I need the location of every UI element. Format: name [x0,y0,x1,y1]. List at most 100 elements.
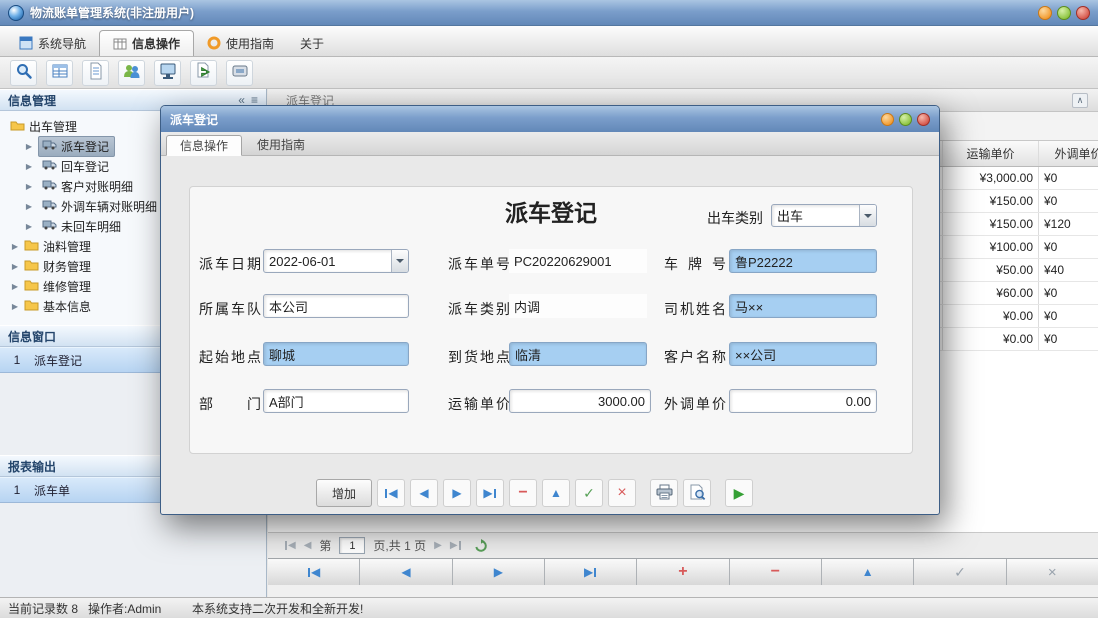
print-button[interactable] [650,479,678,507]
driver-label: 司机姓名 [664,299,726,319]
record-next-button[interactable]: ▶ [443,479,471,507]
cell-freight-price: ¥0.00 [942,328,1038,350]
fleet-field[interactable]: 本公司 [263,294,409,318]
nav-edit-button[interactable]: ▲ [822,559,913,585]
dialog-minimize-button[interactable] [881,113,894,126]
record-first-button[interactable]: ◀ [377,479,405,507]
record-navigator: ◀ ◀ ▶ ▶ + − ▲ ✓ × [268,558,1098,585]
nav-first-button[interactable]: ◀ [268,559,359,585]
pagination-bar: ◀ ◀ 第 1 页,共 1 页 ▶ ▶ [268,532,1098,558]
destination-field[interactable]: 临清 [509,342,647,366]
expand-arrow-icon[interactable]: ▶ [10,242,20,251]
last-page-button[interactable]: ▶ [450,540,462,551]
department-field[interactable]: A部门 [263,389,409,413]
first-page-button[interactable]: ◀ [284,540,296,551]
vehicle-icon [42,159,57,173]
column-header-freight-price[interactable]: 运输单价 [942,141,1038,166]
expand-arrow-icon[interactable]: ▶ [24,202,34,211]
grid-icon [113,37,127,51]
minimize-button[interactable] [1038,6,1052,20]
item-label: 派车登记 [34,352,82,369]
device-button[interactable] [226,60,253,86]
plate-no-field[interactable]: 鲁P22222 [729,249,877,273]
vehicle-icon [42,199,57,213]
nav-delete-button[interactable]: − [730,559,821,585]
prev-page-button[interactable]: ◀ [304,540,312,551]
expand-arrow-icon[interactable]: ▶ [10,302,20,311]
record-prev-button[interactable]: ◀ [410,479,438,507]
monitor-icon [159,62,177,83]
dialog-tab-info-operation[interactable]: 信息操作 [166,135,242,156]
close-button[interactable] [1076,6,1090,20]
delete-record-button[interactable]: − [509,479,537,507]
expand-arrow-icon[interactable]: ▶ [24,222,34,231]
export-icon [195,62,213,83]
dialog-maximize-button[interactable] [899,113,912,126]
maximize-button[interactable] [1057,6,1071,20]
search-button[interactable] [10,60,37,86]
item-number: 1 [0,483,34,497]
users-button[interactable] [118,60,145,86]
external-price-field[interactable]: 0.00 [729,389,877,413]
record-last-button[interactable]: ▶ [476,479,504,507]
page-number-input[interactable]: 1 [339,537,365,554]
destination-value: 临清 [510,345,646,364]
cancel-record-button[interactable]: × [608,479,636,507]
window-controls [1038,6,1090,20]
dropdown-arrow-icon[interactable] [859,205,876,226]
cell-external-price: ¥0 [1038,190,1098,212]
expand-arrow-icon[interactable]: ▶ [24,162,34,171]
tab-user-guide[interactable]: 使用指南 [194,30,287,56]
expand-arrow-icon[interactable]: ▶ [10,282,20,291]
customer-value: ××公司 [730,345,876,364]
edit-record-button[interactable]: ▲ [542,479,570,507]
freight-price-field[interactable]: 3000.00 [509,389,651,413]
nav-next-button[interactable]: ▶ [453,559,544,585]
nav-post-button[interactable]: ✓ [914,559,1005,585]
export-button[interactable] [190,60,217,86]
fleet-value: 本公司 [264,297,408,316]
post-record-button[interactable]: ✓ [575,479,603,507]
refresh-icon [474,539,488,553]
vehicle-icon [42,139,57,153]
tab-system-navigation[interactable]: 系统导航 [6,30,99,56]
nav-prev-button[interactable]: ◀ [360,559,451,585]
tab-about[interactable]: 关于 [287,30,337,56]
monitor-button[interactable] [154,60,181,86]
tree-item-label: 油料管理 [43,238,91,255]
driver-field[interactable]: 马×× [729,294,877,318]
collapse-panel-icon[interactable]: ∧ [1072,93,1088,108]
refresh-button[interactable] [474,539,488,553]
new-document-button[interactable] [82,60,109,86]
expand-arrow-icon[interactable]: ▶ [24,142,34,151]
add-button[interactable]: 增加 [316,479,372,507]
nav-last-button[interactable]: ▶ [545,559,636,585]
guide-ring-icon [207,36,221,50]
print-preview-button[interactable] [683,479,711,507]
nav-cancel-button[interactable]: × [1007,559,1098,585]
column-header-external-price[interactable]: 外调单价 [1038,141,1098,166]
customer-field[interactable]: ××公司 [729,342,877,366]
vehicle-category-select[interactable]: 出车 [771,204,877,227]
dialog-close-button[interactable] [917,113,930,126]
cell-freight-price: ¥150.00 [942,190,1038,212]
dispatch-date-field[interactable]: 2022-06-01 [263,249,409,273]
users-icon [123,62,141,83]
dropdown-arrow-icon[interactable] [391,250,408,272]
menu-tab-label: 信息操作 [132,35,180,52]
item-label: 派车单 [34,482,70,499]
tab-info-operation[interactable]: 信息操作 [99,30,194,56]
grid-view-button[interactable] [46,60,73,86]
table-icon [51,62,69,83]
expand-arrow-icon[interactable]: ▶ [10,262,20,271]
toolbar [0,57,1098,89]
tree-item-label: 客户对账明细 [61,178,133,195]
origin-field[interactable]: 聊城 [263,342,409,366]
run-report-button[interactable]: ▶ [725,479,753,507]
next-page-button[interactable]: ▶ [434,540,442,551]
nav-insert-button[interactable]: + [637,559,728,585]
page-prefix-label: 第 [319,537,331,554]
tree-item-label: 派车登记 [61,138,109,155]
dialog-tab-user-guide[interactable]: 使用指南 [244,134,318,155]
expand-arrow-icon[interactable]: ▶ [24,182,34,191]
